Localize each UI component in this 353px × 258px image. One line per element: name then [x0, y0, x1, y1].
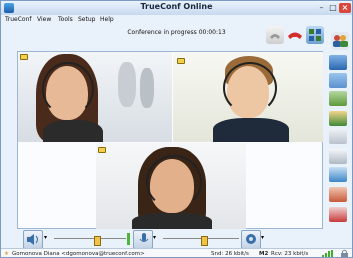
speaker-volume-slider[interactable] — [54, 236, 126, 246]
microphone-button[interactable] — [133, 230, 153, 249]
chat-button[interactable] — [329, 111, 347, 126]
app-window: TrueConf Online – □ × TrueConf View Tool… — [0, 0, 353, 258]
tile-indicator — [20, 54, 28, 60]
menu-trueconf[interactable]: TrueConf — [5, 16, 32, 23]
speaker-icon — [27, 234, 38, 245]
layout-button[interactable] — [306, 26, 324, 44]
menu-view[interactable]: View — [37, 16, 51, 23]
media-controls: ▾ ▾ ▾ — [17, 230, 264, 249]
slider-knob[interactable] — [201, 236, 208, 246]
camera-button[interactable] — [241, 230, 261, 249]
mic-dropdown-arrow[interactable]: ▾ — [153, 234, 156, 241]
slideshow-button[interactable] — [329, 187, 347, 202]
star-icon: ★ — [4, 251, 9, 257]
microphone-icon — [139, 233, 149, 242]
tile-indicator — [177, 58, 185, 64]
receive-bitrate: Rcv: 23 kbit/s — [271, 251, 309, 257]
phone-disabled-button[interactable] — [266, 26, 284, 44]
headset-icon — [42, 62, 94, 116]
camera-dropdown-arrow[interactable]: ▾ — [261, 234, 264, 241]
grid-layout-icon — [309, 29, 321, 41]
address-book-button[interactable] — [329, 55, 347, 70]
video-area — [17, 51, 323, 229]
background-person — [140, 68, 154, 108]
send-bitrate: Snd: 26 kbit/s — [211, 251, 249, 257]
whiteboard-button[interactable] — [329, 149, 347, 164]
person-shoulders — [213, 118, 289, 142]
slider-knob[interactable] — [94, 236, 101, 246]
window-title: TrueConf Online — [140, 2, 213, 11]
webcam-icon — [246, 234, 256, 244]
microphone-volume-slider[interactable] — [163, 236, 239, 246]
menu-tools[interactable]: Tools — [58, 16, 73, 23]
hang-up-button[interactable] — [286, 26, 304, 44]
lock-icon — [340, 249, 349, 257]
record-button[interactable] — [329, 207, 347, 222]
person-shoulders — [132, 213, 212, 229]
m2-label: M2 — [259, 251, 269, 257]
status-bar: ★ Gomonova Diana <dgomonova@trueconf.com… — [1, 248, 352, 257]
headset-icon — [223, 62, 277, 114]
transfer-button[interactable] — [329, 91, 347, 106]
user-label: Gomonova Diana <dgomonova@trueconf.com> — [12, 251, 145, 257]
right-toolbar — [327, 31, 351, 231]
menu-help[interactable]: Help — [100, 16, 114, 23]
menu-setup[interactable]: Setup — [78, 16, 95, 23]
signal-strength-icon — [321, 250, 337, 257]
headset-icon — [146, 155, 202, 209]
maximize-button[interactable]: □ — [328, 3, 338, 13]
close-button[interactable]: × — [339, 3, 351, 13]
document-button[interactable] — [329, 129, 347, 144]
title-bar[interactable]: TrueConf Online – □ × — [1, 1, 352, 15]
audio-level-meter — [127, 233, 130, 245]
screen-share-button[interactable] — [329, 167, 347, 182]
video-tile-2[interactable] — [173, 52, 323, 142]
speaker-dropdown-arrow[interactable]: ▾ — [44, 234, 47, 241]
video-tile-1[interactable] — [18, 52, 172, 142]
hang-up-icon — [288, 32, 302, 39]
tile-indicator — [98, 147, 106, 153]
minimize-button[interactable]: – — [317, 3, 326, 13]
call-history-button[interactable] — [329, 73, 347, 88]
phone-icon — [270, 34, 280, 39]
background-person — [118, 62, 136, 107]
person-shoulders — [43, 120, 103, 142]
video-tile-3[interactable] — [96, 143, 246, 229]
speaker-button[interactable] — [23, 230, 43, 249]
